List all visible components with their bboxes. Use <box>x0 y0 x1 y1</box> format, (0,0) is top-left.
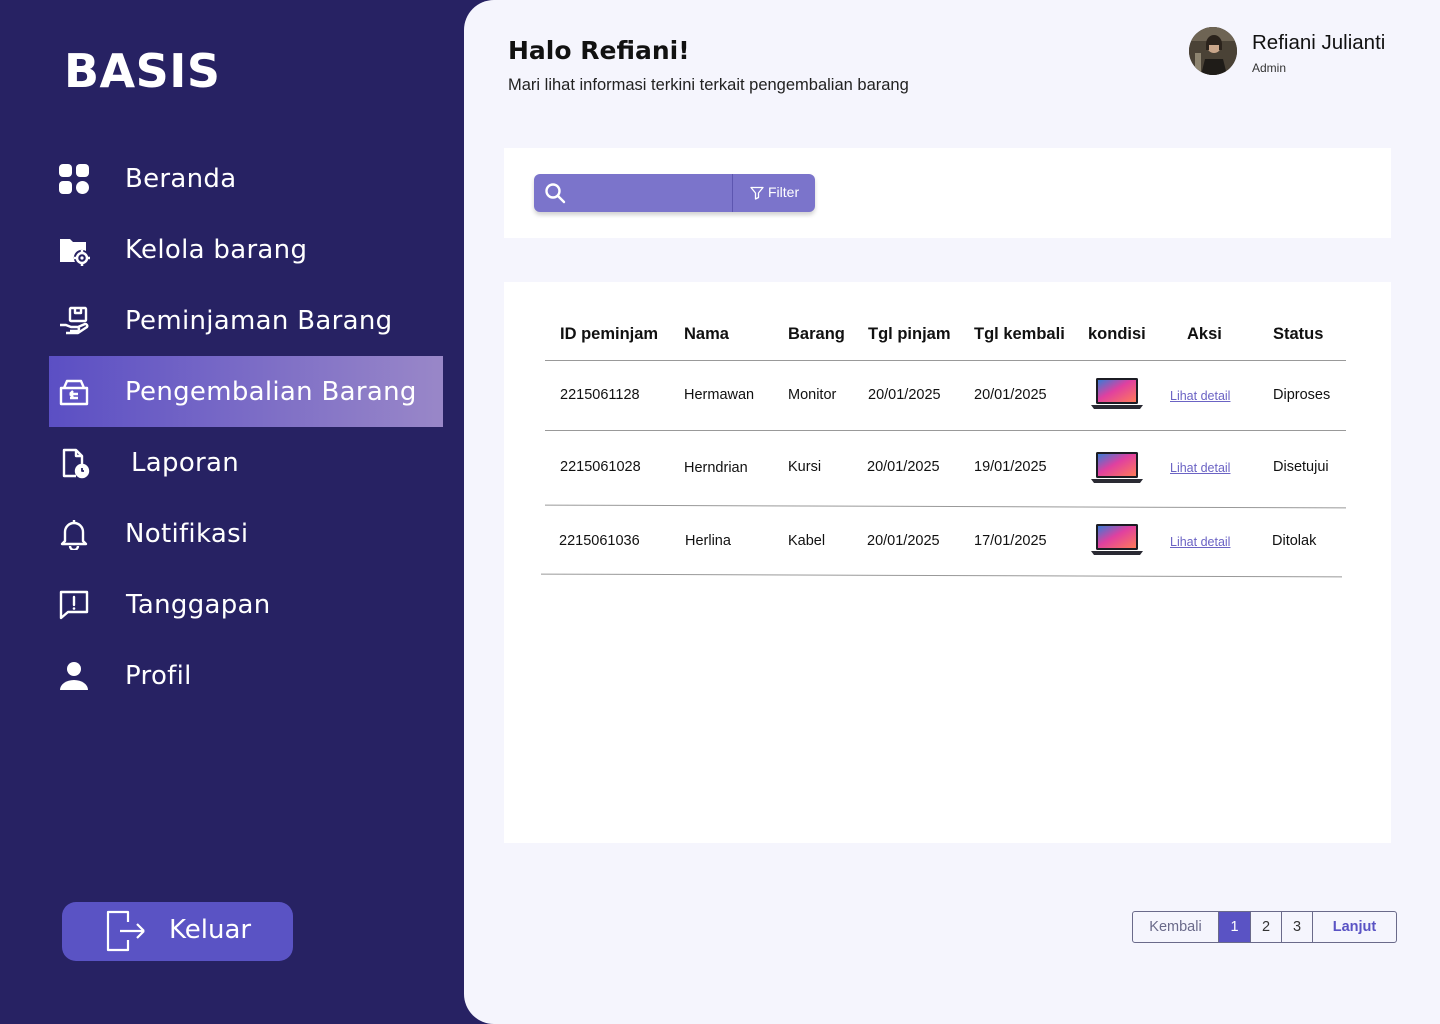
header-divider <box>545 360 1346 361</box>
app-logo: BASIS <box>64 44 221 98</box>
pagination: Kembali 1 2 3 Lanjut <box>1132 911 1397 943</box>
pagination-page-3[interactable]: 3 <box>1281 912 1312 942</box>
sidebar-item-profil[interactable]: Profil <box>49 640 443 711</box>
sidebar-item-beranda[interactable]: Beranda <box>49 143 443 214</box>
row-divider <box>545 504 1346 509</box>
cell-id: 2215061028 <box>560 459 641 475</box>
cell-tgl-pinjam: 20/01/2025 <box>867 533 940 549</box>
return-box-icon <box>57 375 91 409</box>
cell-barang: Kursi <box>788 459 822 475</box>
cell-id: 2215061128 <box>560 387 640 403</box>
cell-barang: Kabel <box>788 533 826 549</box>
column-header-kondisi: kondisi <box>1088 325 1146 343</box>
pagination-next-button[interactable]: Lanjut <box>1312 912 1396 942</box>
laptop-image <box>1090 377 1144 411</box>
column-header-id: ID peminjam <box>560 325 659 343</box>
sidebar-item-label: Laporan <box>131 447 240 478</box>
page-subtitle: Mari lihat informasi terkini terkait pen… <box>508 76 909 94</box>
search-icon <box>544 182 566 204</box>
column-header-status: Status <box>1273 325 1324 343</box>
column-header-tgl-kembali: Tgl kembali <box>974 325 1065 343</box>
filter-icon <box>750 186 764 200</box>
view-detail-link[interactable]: Lihat detail <box>1170 461 1230 475</box>
column-header-nama: Nama <box>684 325 729 343</box>
folder-settings-icon <box>57 233 91 267</box>
laptop-image <box>1090 523 1144 557</box>
sidebar-item-label: Profil <box>125 660 192 691</box>
sidebar-item-pengembalian-barang[interactable]: Pengembalian Barang <box>49 356 443 427</box>
page-title: Halo Refiani! <box>508 36 690 65</box>
cell-nama: Herndrian <box>684 460 748 476</box>
cell-tgl-pinjam: 20/01/2025 <box>867 459 940 475</box>
column-header-barang: Barang <box>788 325 845 343</box>
pagination-prev-button[interactable]: Kembali <box>1133 912 1218 942</box>
search-input[interactable]: Filter <box>534 174 815 212</box>
user-name: Refiani Julianti <box>1252 31 1386 54</box>
user-profile[interactable]: Refiani Julianti Admin <box>1189 27 1429 77</box>
hand-box-icon <box>57 304 91 338</box>
column-header-aksi: Aksi <box>1187 325 1222 343</box>
sidebar-item-notifikasi[interactable]: Notifikasi <box>49 498 443 569</box>
data-table: ID peminjam Nama Barang Tgl pinjam Tgl k… <box>504 282 1391 843</box>
dashboard-icon <box>57 162 91 196</box>
cell-nama: Herlina <box>685 533 731 549</box>
feedback-icon <box>57 588 91 622</box>
sidebar-item-peminjaman-barang[interactable]: Peminjaman Barang <box>49 285 443 356</box>
column-header-tgl-pinjam: Tgl pinjam <box>868 325 951 343</box>
report-icon <box>57 446 91 480</box>
logout-button[interactable]: Keluar <box>62 902 293 961</box>
cell-id: 2215061036 <box>559 533 640 549</box>
sidebar-item-label: Beranda <box>125 163 237 194</box>
bell-icon <box>57 517 91 551</box>
pagination-page-1[interactable]: 1 <box>1218 912 1250 942</box>
avatar[interactable] <box>1189 27 1237 75</box>
cell-tgl-pinjam: 20/01/2025 <box>868 387 941 403</box>
pagination-page-2[interactable]: 2 <box>1250 912 1281 942</box>
search-panel: Filter <box>504 148 1391 238</box>
filter-label: Filter <box>768 184 800 200</box>
status-badge: Disetujui <box>1273 459 1329 475</box>
cell-tgl-kembali: 17/01/2025 <box>974 533 1047 549</box>
sidebar: BASIS Beranda Kelola barang Peminjaman B… <box>0 0 464 1024</box>
user-icon <box>57 659 91 693</box>
logout-label: Keluar <box>169 915 252 945</box>
sidebar-item-label: Notifikasi <box>125 518 249 549</box>
row-divider <box>545 430 1346 431</box>
sidebar-item-laporan[interactable]: Laporan <box>49 427 443 498</box>
cell-nama: Hermawan <box>684 387 755 403</box>
view-detail-link[interactable]: Lihat detail <box>1170 389 1230 403</box>
cell-tgl-kembali: 19/01/2025 <box>974 459 1047 475</box>
sidebar-item-tanggapan[interactable]: Tanggapan <box>49 569 443 640</box>
sidebar-item-label: Kelola barang <box>125 234 308 265</box>
view-detail-link[interactable]: Lihat detail <box>1170 535 1230 549</box>
cell-tgl-kembali: 20/01/2025 <box>974 387 1047 403</box>
status-badge: Diproses <box>1273 387 1331 403</box>
cell-barang: Monitor <box>788 387 837 403</box>
sidebar-item-label: Pengembalian Barang <box>125 376 417 407</box>
sidebar-item-label: Peminjaman Barang <box>125 305 393 336</box>
laptop-image <box>1090 451 1144 485</box>
sidebar-item-label: Tanggapan <box>126 589 271 620</box>
user-role: Admin <box>1252 61 1287 75</box>
main-content: Halo Refiani! Mari lihat informasi terki… <box>464 0 1440 1024</box>
sidebar-item-kelola-barang[interactable]: Kelola barang <box>49 214 443 285</box>
filter-button[interactable]: Filter <box>733 174 815 212</box>
row-divider <box>541 573 1342 578</box>
logout-icon <box>106 910 146 952</box>
status-badge: Ditolak <box>1272 533 1317 549</box>
